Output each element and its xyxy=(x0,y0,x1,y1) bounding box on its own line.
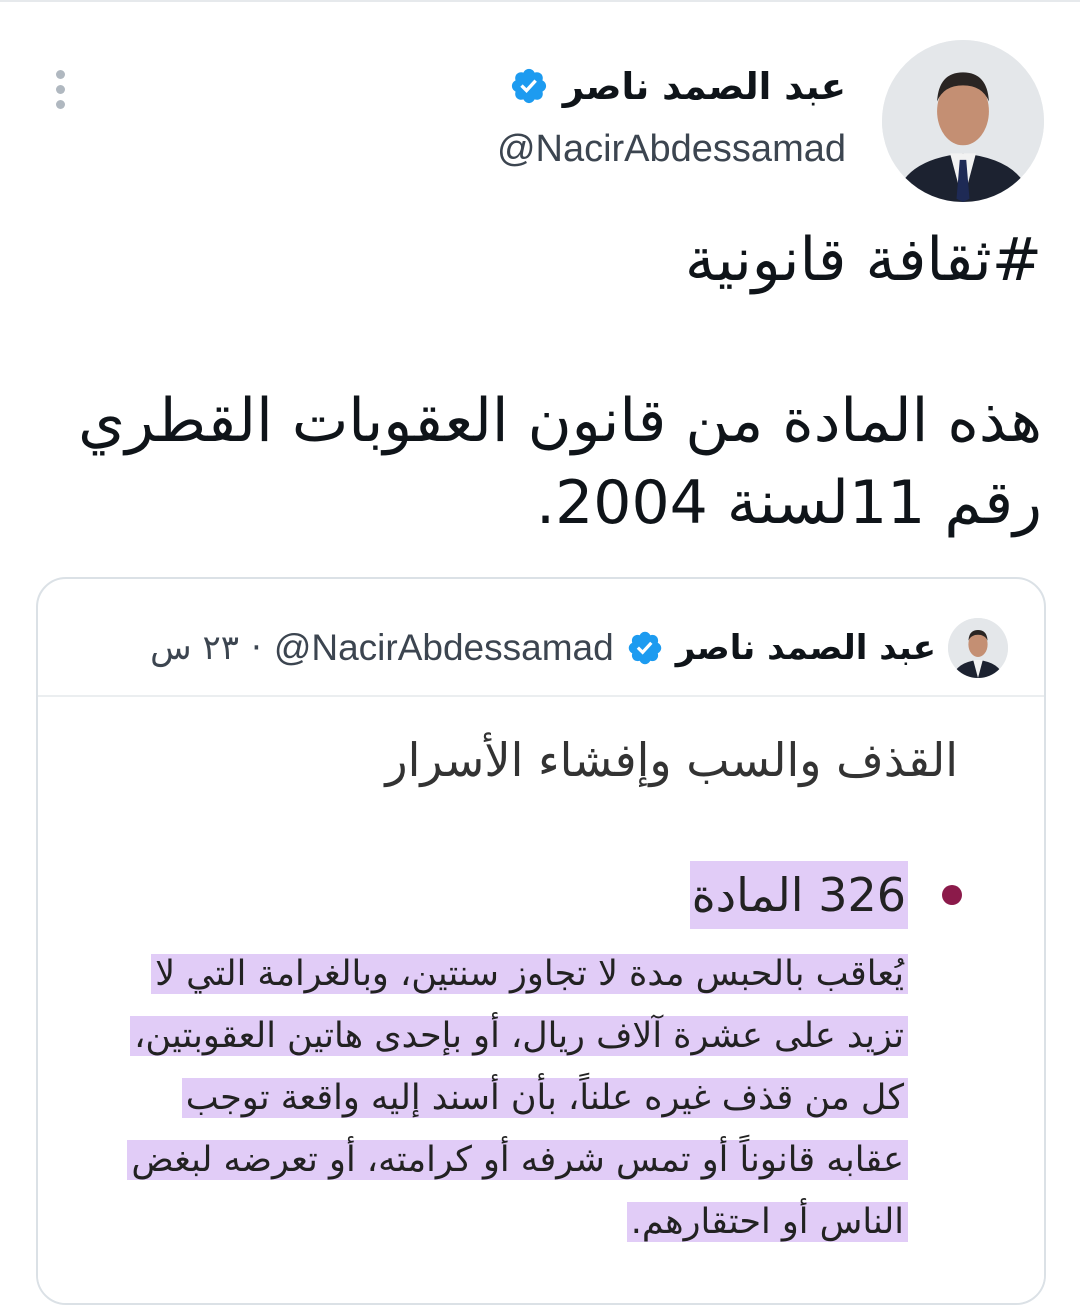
quoted-timestamp[interactable]: ٢٣ س xyxy=(150,628,239,668)
author-display-name[interactable]: عبد الصمد ناصر xyxy=(563,65,846,108)
top-divider xyxy=(0,0,1080,2)
separator-dot: · xyxy=(251,628,262,668)
article-text: يُعاقب بالحبس مدة لا تجاوز سنتين، وبالغر… xyxy=(127,943,908,1253)
article-line: الناس أو احتقارهم. xyxy=(148,1191,908,1253)
quoted-tweet-header: عبد الصمد ناصر @NacirAbdessamad · ٢٣ س xyxy=(68,615,1008,681)
article-line: يُعاقب بالحبس مدة لا تجاوز سنتين، وبالغر… xyxy=(148,943,908,1005)
author-handle[interactable]: @NacirAbdessamad xyxy=(286,128,846,171)
more-options-icon[interactable] xyxy=(52,70,68,110)
author-avatar[interactable] xyxy=(882,40,1044,202)
bullet-icon xyxy=(942,885,962,905)
article-number: 326 المادة xyxy=(689,861,908,929)
verified-badge-icon xyxy=(628,631,661,665)
document-title: القذف والسب وإفشاء الأسرار xyxy=(385,733,958,787)
author-info: عبد الصمد ناصر @NacirAbdessamad xyxy=(286,58,846,171)
hashtag-link[interactable]: #ثقافة قانونية xyxy=(42,222,1042,298)
article-line: تزيد على عشرة آلاف ريال، أو بإحدى هاتين … xyxy=(130,1005,908,1067)
quoted-author-avatar[interactable] xyxy=(948,618,1008,678)
quoted-tweet[interactable]: عبد الصمد ناصر @NacirAbdessamad · ٢٣ س ا… xyxy=(36,577,1046,1305)
quoted-handle[interactable]: @NacirAbdessamad xyxy=(274,627,614,669)
article-line: كل من قذف غيره علناً، بأن أسند إليه واقع… xyxy=(148,1067,908,1129)
quoted-display-name[interactable]: عبد الصمد ناصر xyxy=(676,628,936,668)
verified-badge-icon xyxy=(511,68,546,104)
tweet-text: #ثقافة قانونية هذه المادة من قانون العقو… xyxy=(42,222,1042,544)
tweet-body: هذه المادة من قانون العقوبات القطري رقم … xyxy=(78,386,1042,538)
quoted-media-image[interactable]: القذف والسب وإفشاء الأسرار 326 المادة يُ… xyxy=(38,697,1044,1303)
article-line: عقابه قانوناً أو تمس شرفه أو كرامته، أو … xyxy=(127,1129,908,1191)
